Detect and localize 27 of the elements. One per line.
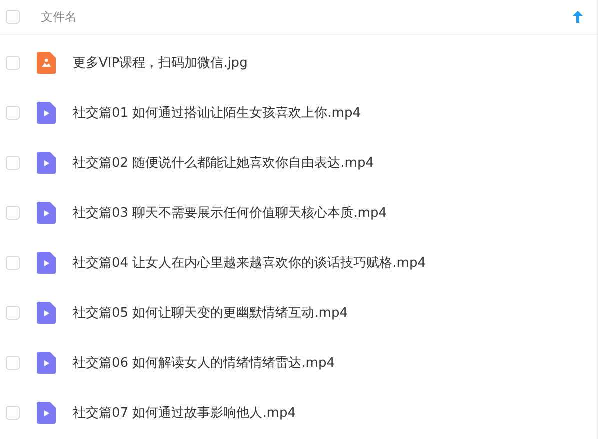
row-checkbox[interactable] [6,56,20,70]
file-name[interactable]: 社交篇04 让女人在内心里越来越喜欢你的谈话技巧赋格.mp4 [73,254,426,272]
video-file-icon [37,102,56,124]
row-checkbox[interactable] [6,156,20,170]
image-file-icon [37,52,56,74]
video-file-icon [37,402,56,424]
video-file-icon [37,152,56,174]
file-name[interactable]: 社交篇03 聊天不需要展示任何价值聊天核心本质.mp4 [73,204,387,222]
file-name[interactable]: 更多VIP课程，扫码加微信.jpg [73,54,248,72]
row-checkbox[interactable] [6,306,20,320]
sort-arrow-icon[interactable] [573,11,583,23]
file-name[interactable]: 社交篇06 如何解读女人的情绪情绪雷达.mp4 [73,354,335,372]
video-file-icon [37,352,56,374]
file-name[interactable]: 社交篇05 如何让聊天变的更幽默情绪互动.mp4 [73,304,348,322]
row-checkbox[interactable] [6,256,20,270]
file-name[interactable]: 社交篇01 如何通过搭讪让陌生女孩喜欢上你.mp4 [73,104,361,122]
column-header[interactable]: 文件名 [41,8,573,26]
video-file-icon [37,252,56,274]
video-file-icon [37,302,56,324]
file-name[interactable]: 社交篇07 如何通过故事影响他人.mp4 [73,404,296,422]
row-checkbox[interactable] [6,356,20,370]
video-file-icon [37,202,56,224]
row-checkbox[interactable] [6,406,20,420]
file-name[interactable]: 社交篇02 随便说什么都能让她喜欢你自由表达.mp4 [73,154,374,172]
select-all-checkbox[interactable] [6,10,20,24]
row-checkbox[interactable] [6,106,20,120]
row-checkbox[interactable] [6,206,20,220]
